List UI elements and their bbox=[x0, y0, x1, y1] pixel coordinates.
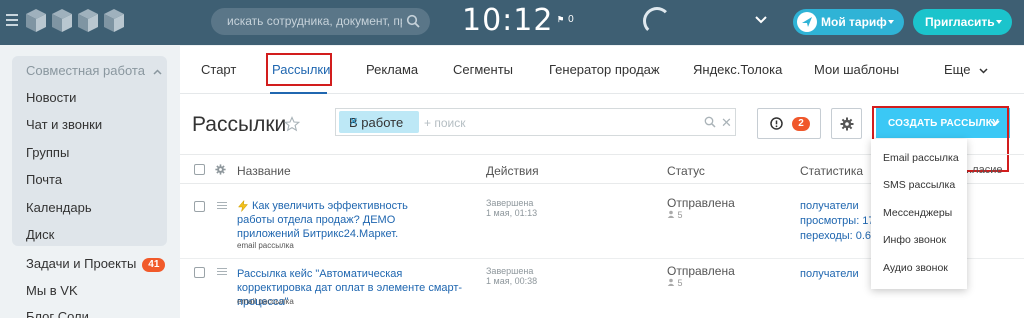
caret-down-icon bbox=[996, 20, 1002, 24]
top-bar: 10:12 ⚑0 Мой тариф Пригласить bbox=[0, 0, 1024, 45]
star-icon[interactable] bbox=[284, 116, 300, 132]
filter-chip[interactable]: В работе ✕ bbox=[339, 111, 419, 133]
settings-button[interactable] bbox=[831, 108, 862, 139]
status-recipients: 5 bbox=[667, 278, 683, 288]
tab-sales-generator[interactable]: Генератор продаж bbox=[549, 62, 660, 77]
status-text: Отправлена bbox=[667, 264, 735, 278]
tab-more[interactable]: Еще bbox=[944, 62, 988, 77]
tasks-count-badge: 41 bbox=[142, 258, 166, 272]
menu-item-audio-call[interactable]: Аудио звонок bbox=[883, 262, 948, 274]
tab-segments[interactable]: Сегменты bbox=[453, 62, 513, 77]
tariff-label: Мой тариф bbox=[821, 15, 887, 29]
tab-yandex-toloka[interactable]: Яндекс.Толока bbox=[693, 62, 782, 77]
clear-search-icon[interactable]: ✕ bbox=[721, 115, 732, 131]
global-search[interactable] bbox=[211, 8, 430, 35]
sidebar-item-chat[interactable]: Чат и звонки bbox=[26, 117, 102, 132]
invite-label: Пригласить bbox=[925, 15, 995, 29]
menu-item-email[interactable]: Email рассылка bbox=[883, 152, 959, 164]
gear-icon[interactable] bbox=[215, 164, 226, 175]
counter-badge: 2 bbox=[792, 117, 810, 131]
clock[interactable]: 10:12 bbox=[462, 3, 553, 38]
rocket-icon bbox=[797, 12, 817, 32]
stat-recipients-link[interactable]: получатели bbox=[800, 267, 859, 282]
filter-search-placeholder[interactable]: + поиск bbox=[424, 116, 465, 130]
column-header-status[interactable]: Статус bbox=[667, 164, 705, 178]
action-date: 1 мая, 01:13 bbox=[486, 208, 538, 218]
sidebar-item-label: Задачи и Проекты bbox=[26, 256, 137, 271]
column-header-stats[interactable]: Статистика bbox=[800, 164, 863, 178]
sidebar-item-groups[interactable]: Группы bbox=[26, 145, 69, 160]
drag-handle-icon[interactable] bbox=[217, 202, 227, 211]
stat-recipients-link[interactable]: получатели bbox=[800, 199, 859, 214]
active-tab-underline bbox=[270, 92, 327, 94]
create-mailing-menu: Email рассылка SMS рассылка Мессенджеры … bbox=[871, 139, 967, 289]
stat-clicks[interactable]: переходы: 0.6% bbox=[800, 229, 881, 244]
tab-start[interactable]: Старт bbox=[201, 62, 236, 77]
flag-icon: ⚑ bbox=[557, 15, 565, 24]
flag-count: 0 bbox=[568, 14, 574, 25]
remove-filter-icon[interactable]: ✕ bbox=[349, 115, 415, 128]
filter-search-bar[interactable]: В работе ✕ + поиск ✕ bbox=[335, 108, 736, 136]
gear-icon bbox=[840, 117, 854, 131]
menu-item-sms[interactable]: SMS рассылка bbox=[883, 179, 955, 191]
flag-counter[interactable]: ⚑ 0 bbox=[557, 14, 574, 25]
action-state: Завершена bbox=[486, 198, 534, 208]
menu-icon[interactable] bbox=[6, 14, 18, 28]
action-state: Завершена bbox=[486, 266, 534, 276]
sidebar-item-blog[interactable]: Блог Соли bbox=[26, 309, 89, 318]
sidebar-section-title[interactable]: Совместная работа bbox=[26, 63, 162, 78]
mailing-title-link[interactable]: Как увеличить эффективность работы отдел… bbox=[237, 199, 447, 241]
sidebar-item-news[interactable]: Новости bbox=[26, 90, 76, 105]
user-icon bbox=[667, 210, 675, 218]
page-title: Рассылки bbox=[192, 113, 287, 136]
invite-button[interactable]: Пригласить bbox=[913, 9, 1012, 35]
mailing-type: email рассылка bbox=[237, 241, 294, 250]
counter-button[interactable]: 2 bbox=[757, 108, 821, 139]
search-input[interactable] bbox=[227, 14, 402, 28]
info-circle-icon bbox=[770, 117, 783, 130]
search-icon[interactable] bbox=[406, 14, 420, 28]
sidebar-item-calendar[interactable]: Календарь bbox=[26, 200, 92, 215]
stat-views[interactable]: просмотры: 17.: bbox=[800, 214, 881, 229]
chevron-up-icon bbox=[153, 69, 162, 75]
tab-ads[interactable]: Реклама bbox=[366, 62, 418, 77]
row-checkbox[interactable] bbox=[194, 201, 205, 212]
user-icon bbox=[667, 278, 675, 286]
mailing-type: email рассылка bbox=[237, 297, 294, 306]
sidebar-item-mail[interactable]: Почта bbox=[26, 172, 62, 187]
caret-down-icon bbox=[888, 20, 894, 24]
row-checkbox[interactable] bbox=[194, 267, 205, 278]
work-day-indicator[interactable] bbox=[643, 7, 671, 35]
tariff-button[interactable]: Мой тариф bbox=[793, 9, 904, 35]
status-recipients: 5 bbox=[667, 210, 683, 220]
status-text: Отправлена bbox=[667, 196, 735, 210]
column-header-consent: ...ласие bbox=[963, 164, 1003, 176]
search-icon[interactable] bbox=[704, 116, 716, 128]
menu-item-info-call[interactable]: Инфо звонок bbox=[883, 234, 946, 246]
column-header-actions[interactable]: Действия bbox=[486, 164, 539, 178]
column-header-name[interactable]: Название bbox=[237, 164, 291, 178]
sidebar-item-vk[interactable]: Мы в VK bbox=[26, 283, 78, 298]
action-date: 1 мая, 00:38 bbox=[486, 276, 538, 286]
chevron-down-icon[interactable] bbox=[755, 16, 767, 24]
tab-my-templates[interactable]: Мои шаблоны bbox=[814, 62, 899, 77]
chevron-down-icon bbox=[979, 68, 988, 74]
highlight-box-tab bbox=[266, 53, 332, 86]
sidebar-item-tasks[interactable]: Задачи и Проекты 41 bbox=[26, 256, 166, 272]
select-all-checkbox[interactable] bbox=[194, 164, 205, 175]
drag-handle-icon[interactable] bbox=[217, 268, 227, 277]
menu-item-messengers[interactable]: Мессенджеры bbox=[883, 207, 952, 219]
sidebar-item-disk[interactable]: Диск bbox=[26, 227, 54, 242]
bitrix-logo[interactable] bbox=[22, 6, 132, 36]
